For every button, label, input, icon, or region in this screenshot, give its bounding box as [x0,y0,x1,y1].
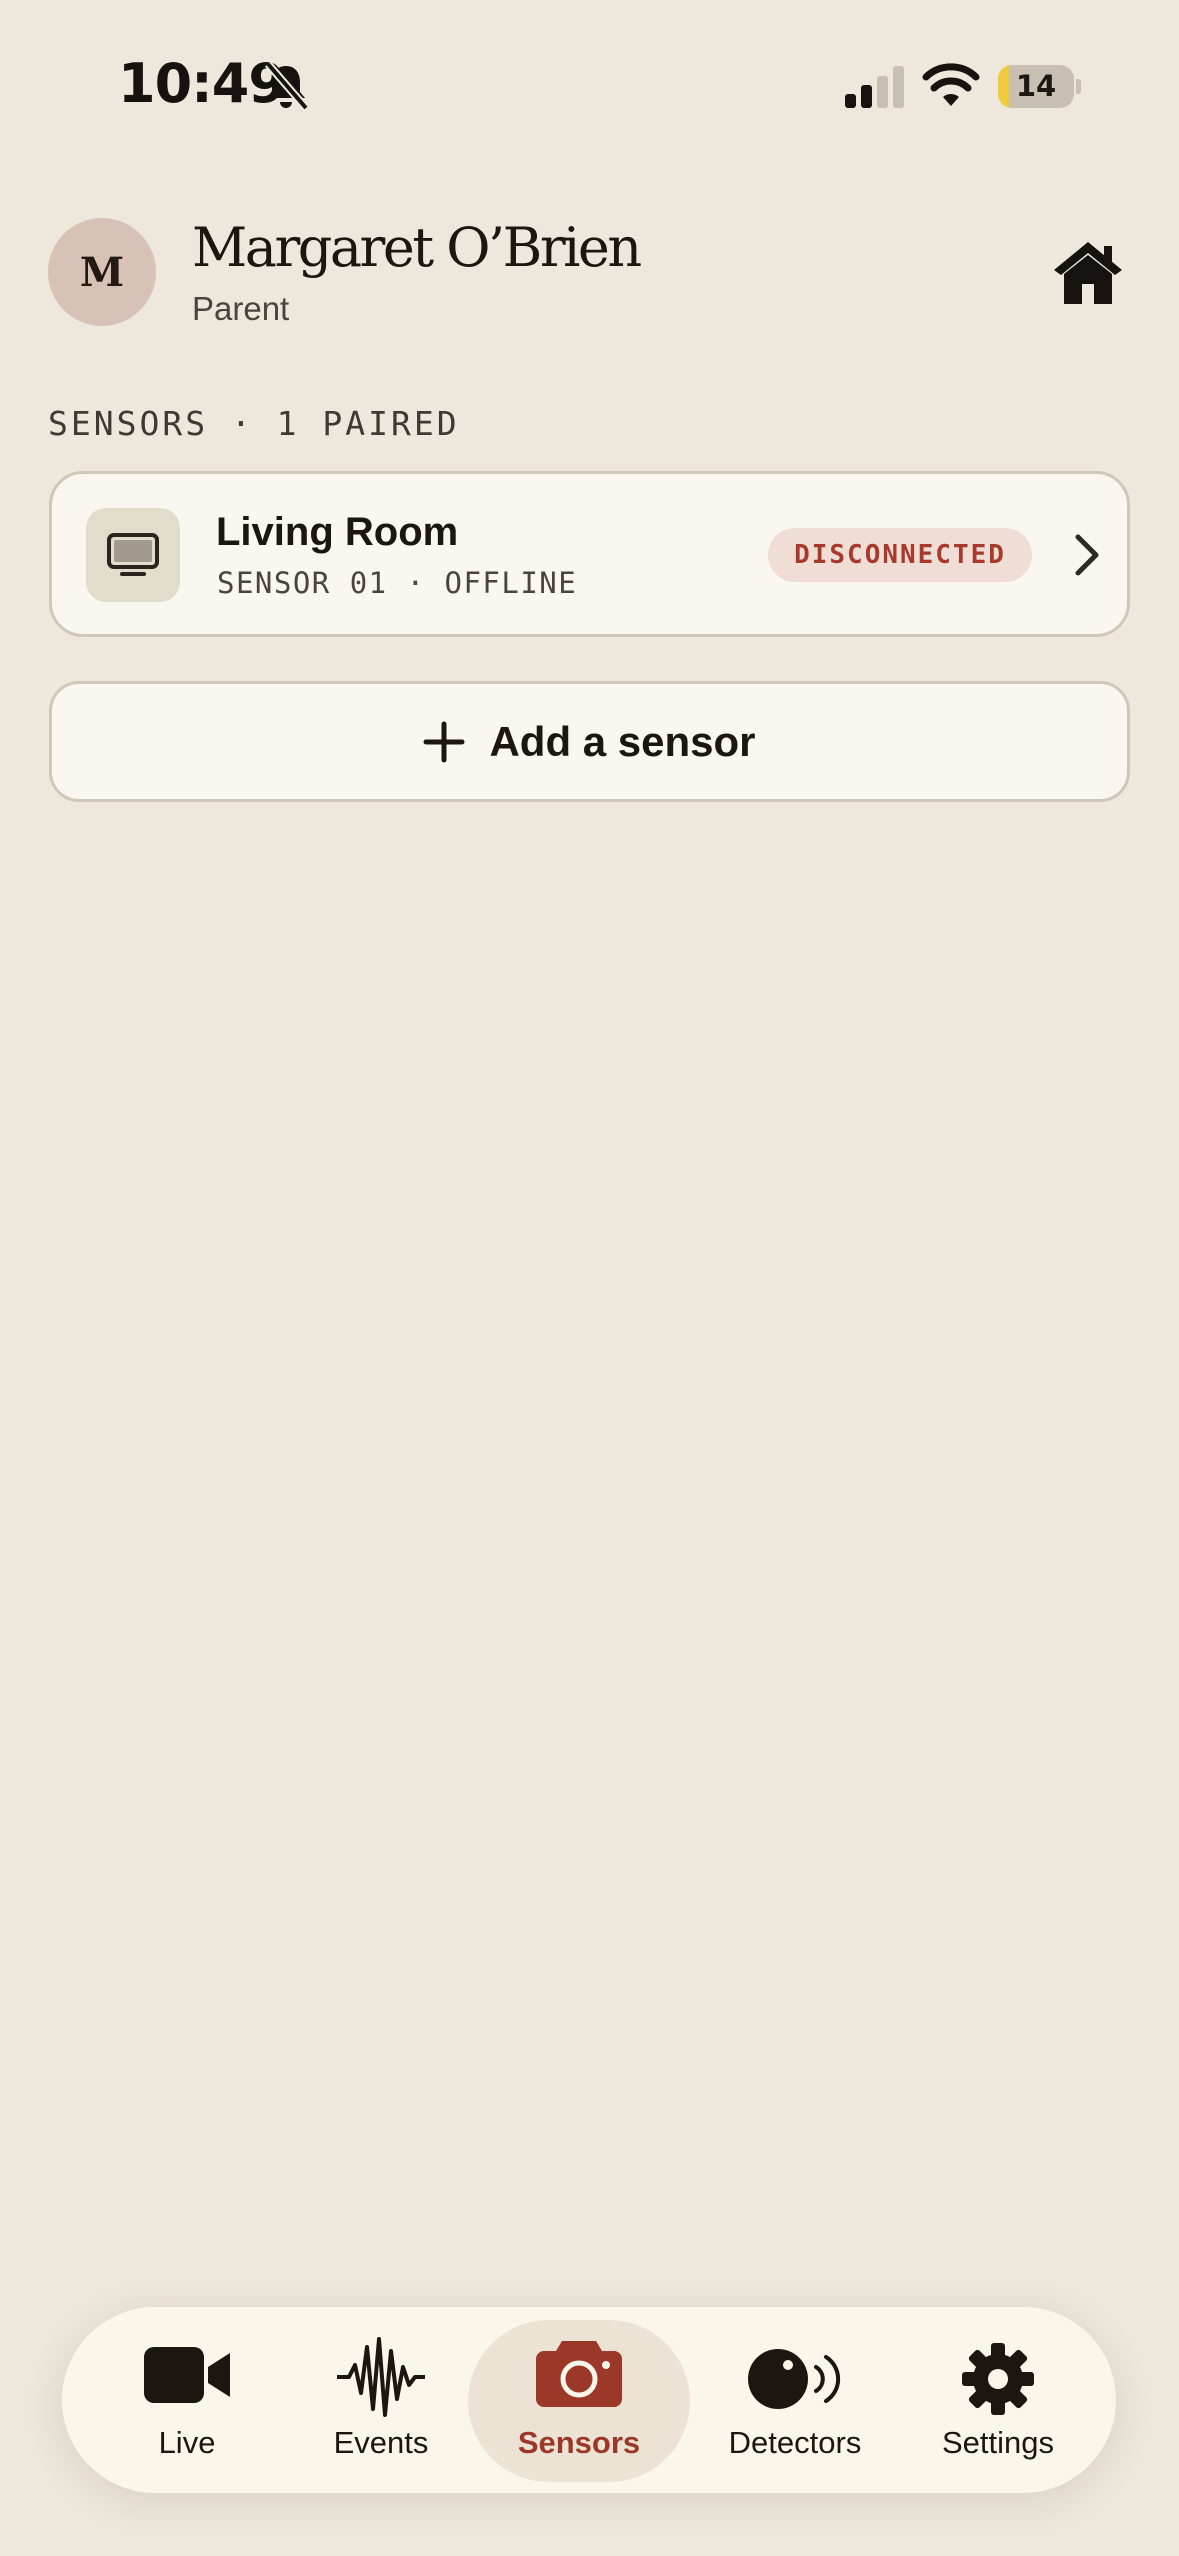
sensor-name: Living Room [216,510,459,554]
section-header: SENSORS · 1 PAIRED [48,404,460,443]
sensor-meta: SENSOR 01 · OFFLINE [217,566,578,600]
profile-role: Parent [192,290,290,327]
wifi-icon [922,63,980,106]
waveform-icon [337,2337,425,2417]
tab-sensors[interactable]: Sensors [479,2307,679,2493]
tab-live[interactable]: Live [87,2307,287,2493]
sensor-icon-box [86,508,180,602]
plus-icon [423,721,465,762]
add-sensor-label: Add a sensor [489,717,756,765]
status-time: 10:49 [118,52,286,115]
tab-label-live: Live [158,2425,216,2460]
video-camera-icon [144,2347,230,2403]
add-sensor-button[interactable]: Add a sensor [49,681,1130,802]
status-bar: 10:49 14 [0,0,1179,175]
battery-level: 14 [1015,69,1057,103]
tab-label-settings: Settings [941,2425,1054,2460]
tab-label-events: Events [333,2425,429,2460]
tab-settings[interactable]: Settings [892,2307,1104,2493]
camera-icon [536,2341,622,2407]
tab-label-sensors: Sensors [517,2425,641,2460]
bell-slash-icon [264,61,310,111]
home-icon[interactable] [1052,240,1124,306]
tab-bar: Live Events Sensors Detectors Settings [62,2307,1116,2493]
cellular-signal-icon [845,66,904,108]
status-badge: DISCONNECTED [768,528,1032,582]
detector-icon [748,2349,841,2409]
tab-label-detectors: Detectors [728,2425,862,2460]
battery-icon: 14 [998,65,1081,108]
tab-events[interactable]: Events [281,2307,481,2493]
sensor-card[interactable]: Living Room SENSOR 01 · OFFLINE DISCONNE… [49,471,1130,637]
gear-icon [962,2343,1034,2415]
chevron-right-icon [1075,534,1099,576]
profile-name: Margaret O’Brien [192,216,642,279]
tab-detectors[interactable]: Detectors [685,2307,905,2493]
avatar[interactable]: M [48,218,156,326]
monitor-icon [107,533,159,576]
